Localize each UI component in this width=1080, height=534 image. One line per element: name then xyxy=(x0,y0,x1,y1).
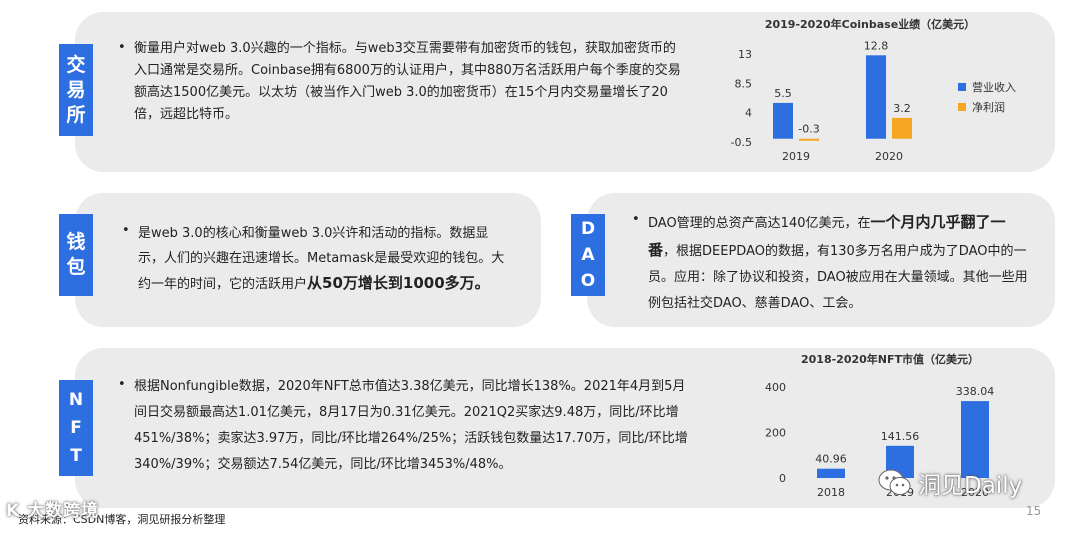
chart-title: 2018-2020年NFT市值（亿美元） xyxy=(801,352,979,366)
x-tick-label: 2018 xyxy=(817,486,845,499)
bullet: • xyxy=(118,40,126,55)
bar-净利润-2020 xyxy=(892,117,912,139)
bullet: • xyxy=(632,212,640,227)
wallet-text-bold: 从50万增长到1000多万。 xyxy=(307,274,490,292)
wechat-icon xyxy=(878,469,911,495)
bar-2018 xyxy=(817,468,845,478)
nft-tag: N F T xyxy=(59,380,93,476)
dao-text-pre: DAO管理的总资产高达140亿美元，在 xyxy=(648,216,871,231)
watermark-right: 洞见Daily xyxy=(878,466,1022,500)
data-label: 3.2 xyxy=(893,102,911,115)
x-tick-label: 2019 xyxy=(782,150,810,163)
y-tick-label: -0.5 xyxy=(731,136,752,149)
y-tick-label: 8.5 xyxy=(735,77,753,90)
y-tick-label: 200 xyxy=(765,427,786,440)
dao-text: DAO管理的总资产高达140亿美元，在一个月内几乎翻了一番，根据DEEPDAO的… xyxy=(648,209,1028,317)
x-tick-label: 2020 xyxy=(875,150,903,163)
dao-text-post: ，根据DEEPDAO的数据，有130多万名用户成为了DAO中的一员。应用：除了协… xyxy=(648,244,1028,311)
legend-swatch xyxy=(958,83,966,91)
data-label: 12.8 xyxy=(864,39,889,52)
data-label: 338.04 xyxy=(956,385,995,398)
chart-title: 2019-2020年Coinbase业绩（亿美元） xyxy=(765,17,975,31)
page-number: 15 xyxy=(1026,504,1042,518)
data-label: 141.56 xyxy=(881,430,920,443)
legend-swatch xyxy=(958,103,966,111)
coinbase-chart: 2019-2020年Coinbase业绩（亿美元） 13 8.5 4 -0.5 5.5… xyxy=(731,17,1016,163)
y-tick-label: 13 xyxy=(738,48,752,61)
data-label: -0.3 xyxy=(798,123,819,136)
wallet-tag: 钱 包 xyxy=(59,214,93,296)
legend-label: 净利润 xyxy=(972,100,1005,114)
bullet: • xyxy=(122,223,130,238)
y-tick-label: 0 xyxy=(779,472,786,485)
watermark-left: K 大数跨境 xyxy=(6,501,100,521)
data-label: 40.96 xyxy=(815,453,847,466)
bullet: • xyxy=(118,377,126,392)
wallet-text: 是web 3.0的核心和衡量web 3.0兴许和活动的指标。数据显示，人们的兴趣… xyxy=(138,221,506,297)
data-label: 5.5 xyxy=(774,87,792,100)
bar-营业收入-2020 xyxy=(866,55,886,139)
exchange-text: 衡量用户对web 3.0兴趣的一个指标。与web3交互需要带有加密货币的钱包，获… xyxy=(134,41,681,122)
dao-tag: D A O xyxy=(571,214,605,296)
nft-text: 根据Nonfungible数据，2020年NFT总市值达3.38亿美元，同比增长… xyxy=(134,379,688,472)
watermark-right-text: 洞见Daily xyxy=(918,473,1023,499)
bar-营业收入-2019 xyxy=(773,102,793,139)
y-tick-label: 4 xyxy=(745,107,752,120)
y-tick-label: 400 xyxy=(765,381,786,394)
legend-label: 营业收入 xyxy=(972,80,1016,94)
exchange-tag: 交 易 所 xyxy=(59,44,93,136)
bar-净利润-2019 xyxy=(799,138,819,141)
